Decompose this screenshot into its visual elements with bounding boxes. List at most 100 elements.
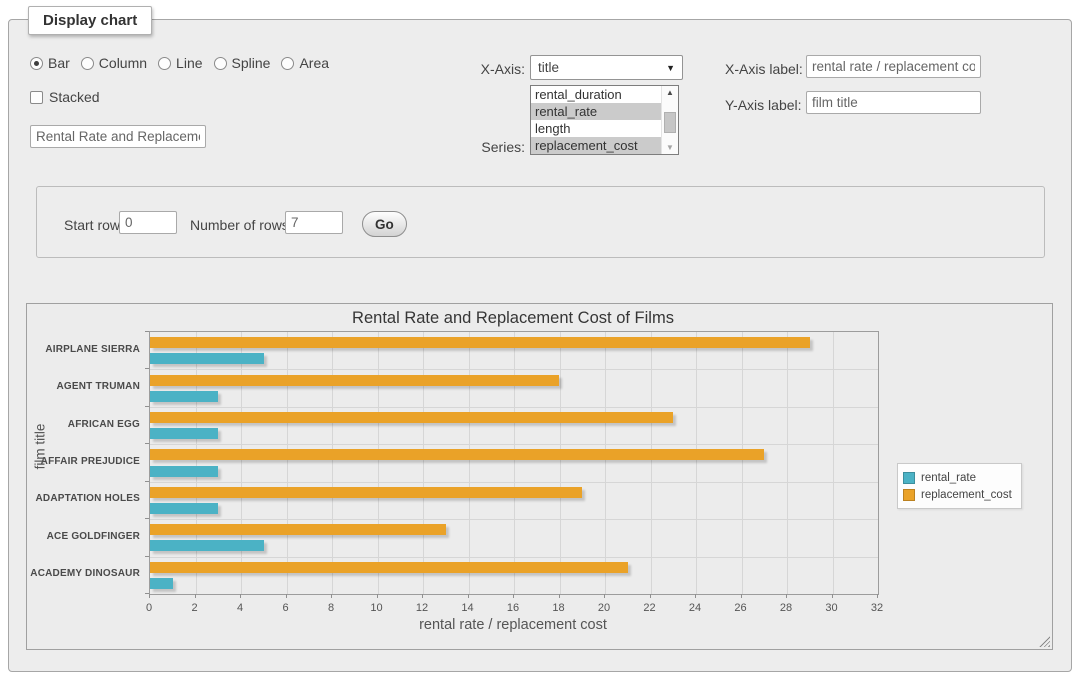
radio-option-area[interactable]: Area [281,55,329,71]
x-tick-mark [331,594,332,598]
series-label: Series: [445,139,525,155]
panel-title: Display chart [28,6,152,35]
plot-area [149,331,879,595]
x-tick-mark [240,594,241,598]
gridline [651,332,652,594]
y-tick-mark [145,481,149,482]
gridline [833,332,834,594]
legend-item-replacement_cost: replacement_cost [903,486,1012,503]
bar-rental_rate [150,391,218,402]
x-tick-label: 20 [589,602,619,614]
gridline [378,332,379,594]
gridline [241,332,242,594]
x-tick-mark [422,594,423,598]
x-tick-label: 28 [771,602,801,614]
series-option-rental_duration[interactable]: rental_duration [531,86,663,103]
x-tick-mark [741,594,742,598]
rows-groupbox [36,186,1045,258]
x-tick-label: 14 [453,602,483,614]
series-listbox[interactable]: rental_durationrental_ratelengthreplacem… [530,85,679,155]
legend-item-rental_rate: rental_rate [903,469,1012,486]
scroll-down-icon[interactable]: ▼ [662,141,678,154]
gridline [469,332,470,594]
x-axis-select[interactable]: title ▼ [530,55,683,80]
legend-label: replacement_cost [921,489,1012,501]
x-tick-mark [377,594,378,598]
radio-icon[interactable] [30,57,43,70]
y-tick-mark [145,593,149,594]
gridline [423,332,424,594]
y-tick-mark [145,518,149,519]
number-of-rows-label: Number of rows: [190,217,293,233]
series-listbox-scrollbar[interactable]: ▲ ▼ [661,86,678,154]
gridline [150,482,878,483]
x-tick-label: 32 [862,602,892,614]
radio-option-label: Spline [232,55,271,71]
stacked-checkbox-row[interactable]: Stacked [30,89,100,105]
y-axis-title: film title [33,347,50,547]
x-axis-select-value: title [538,60,559,75]
x-tick-mark [513,594,514,598]
bar-replacement_cost [150,375,559,386]
radio-icon[interactable] [214,57,227,70]
legend-label: rental_rate [921,472,976,484]
radio-option-label: Column [99,55,147,71]
radio-option-spline[interactable]: Spline [214,55,271,71]
bar-replacement_cost [150,337,810,348]
gridline [696,332,697,594]
gridline [150,444,878,445]
radio-icon[interactable] [81,57,94,70]
gridline [287,332,288,594]
radio-icon[interactable] [281,57,294,70]
scroll-up-icon[interactable]: ▲ [662,86,678,99]
radio-option-line[interactable]: Line [158,55,202,71]
chart-title-input[interactable] [30,125,206,148]
gridline [787,332,788,594]
y-tick-mark [145,556,149,557]
x-axis-label-input[interactable] [806,55,981,78]
y-tick-mark [145,368,149,369]
radio-option-bar[interactable]: Bar [30,55,70,71]
x-tick-mark [604,594,605,598]
radio-option-label: Area [299,55,329,71]
x-tick-mark [286,594,287,598]
x-axis-select-label: X-Axis: [445,61,525,77]
go-button[interactable]: Go [362,211,407,237]
gridline [150,519,878,520]
chart-type-radiogroup: Bar Column Line Spline Area [30,55,329,71]
x-tick-mark [695,594,696,598]
y-axis-label-input[interactable] [806,91,981,114]
radio-option-column[interactable]: Column [81,55,147,71]
x-tick-label: 6 [271,602,301,614]
start-row-label: Start row: [64,217,124,233]
radio-icon[interactable] [158,57,171,70]
bar-replacement_cost [150,562,628,573]
series-option-length[interactable]: length [531,120,663,137]
series-option-replacement_cost[interactable]: replacement_cost [531,137,663,154]
bar-rental_rate [150,428,218,439]
bar-replacement_cost [150,487,582,498]
dropdown-arrow-icon: ▼ [666,63,675,73]
radio-option-label: Bar [48,55,70,71]
bar-replacement_cost [150,524,446,535]
x-tick-label: 2 [180,602,210,614]
x-axis-label-caption: X-Axis label: [725,61,803,77]
bar-rental_rate [150,540,264,551]
gridline [332,332,333,594]
scrollbar-thumb[interactable] [664,112,676,133]
bar-rental_rate [150,466,218,477]
resize-handle-icon[interactable] [1039,636,1050,647]
number-of-rows-input[interactable] [285,211,343,234]
x-tick-label: 22 [635,602,665,614]
gridline [514,332,515,594]
x-tick-label: 30 [817,602,847,614]
chart-legend: rental_rate replacement_cost [897,463,1022,509]
gridline [560,332,561,594]
x-tick-label: 24 [680,602,710,614]
bar-replacement_cost [150,412,673,423]
radio-option-label: Line [176,55,202,71]
series-option-rental_rate[interactable]: rental_rate [531,103,663,120]
stacked-checkbox[interactable] [30,91,43,104]
gridline [742,332,743,594]
start-row-input[interactable] [119,211,177,234]
